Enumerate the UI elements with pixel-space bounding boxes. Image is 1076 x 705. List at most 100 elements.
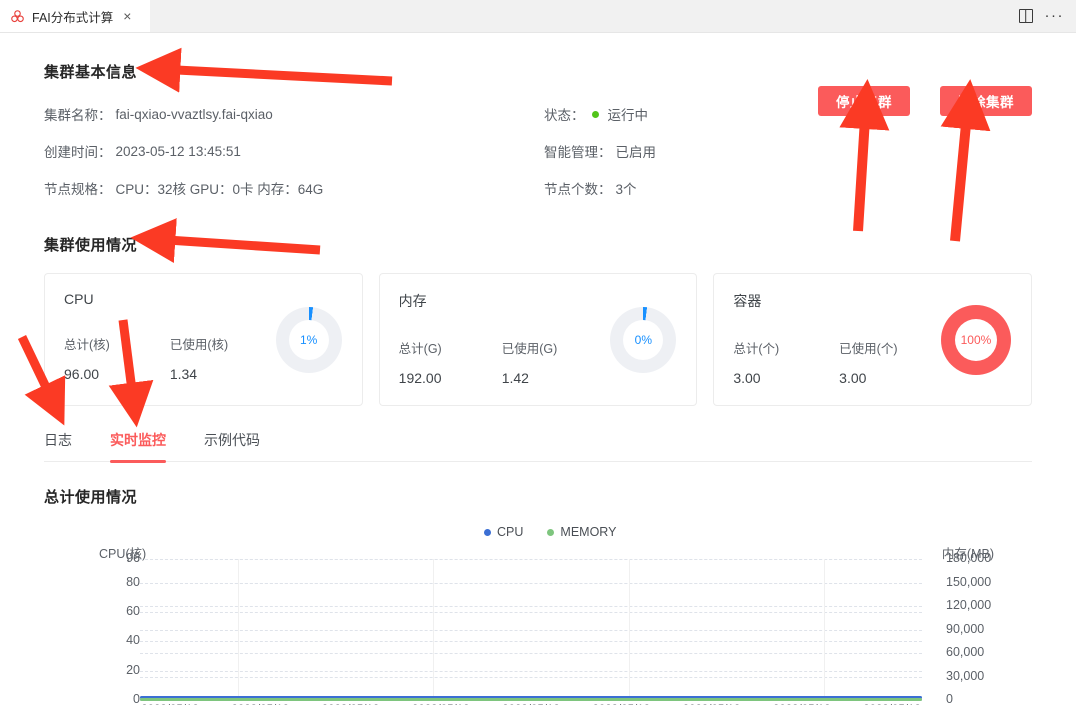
basic-info-title: 集群基本信息 <box>44 64 138 81</box>
tab-realtime-monitor[interactable]: 实时监控 <box>110 430 166 463</box>
tab-example-code[interactable]: 示例代码 <box>204 430 260 461</box>
series-line-memory <box>140 698 922 701</box>
donut-percent-label: 100% <box>954 318 997 361</box>
y-tick-right: 30,000 <box>946 668 985 683</box>
stat-total: 总计(个) 3.00 <box>733 338 779 386</box>
fai-logo-icon <box>11 9 24 22</box>
stat-value: 1.42 <box>501 370 529 386</box>
gridline <box>140 676 922 678</box>
y-tick-right: 60,000 <box>946 645 985 659</box>
gridline <box>140 606 922 607</box>
usage-card-container: 容器 总计(个) 3.00 已使用(个) 3.00 100% <box>713 273 1032 406</box>
y-tick-right: 180,000 <box>946 551 992 565</box>
donut-percent-label: 1% <box>288 319 329 360</box>
legend-label: CPU <box>497 525 524 539</box>
vertical-gridline <box>433 559 435 700</box>
info-row-created-time: 创建时间： 2023-05-12 13:45:51 <box>44 141 544 161</box>
usage-title: 集群使用情况 <box>44 237 138 254</box>
stat-value: 96.00 <box>64 366 100 382</box>
y-tick-right: 120,000 <box>946 598 992 612</box>
stat-value: 3.00 <box>733 370 761 386</box>
browser-tab[interactable]: FAI分布式计算 × <box>0 0 150 32</box>
info-row-cluster-name: 集群名称： fai-qxiao-vvaztlsy.fai-qxiao <box>44 104 544 124</box>
memory-usage-donut: 0% <box>610 306 677 373</box>
y-tick-left: 60 <box>126 603 140 618</box>
chart-plot-area <box>140 559 922 701</box>
content-tabs: 日志 实时监控 示例代码 <box>44 430 1032 463</box>
stat-used: 已使用(个) 3.00 <box>839 338 897 386</box>
info-value: CPU：32核 GPU：0卡 内存：64G <box>115 182 324 197</box>
stop-cluster-button[interactable]: 停止集群 <box>818 86 910 116</box>
info-value: 2023-05-12 13:45:51 <box>115 143 241 159</box>
info-label: 节点个数： <box>544 182 612 197</box>
split-panel-icon[interactable] <box>1018 9 1033 23</box>
ellipsis-icon[interactable]: ··· <box>1045 8 1065 23</box>
vertical-gridline <box>824 559 826 700</box>
gridline <box>140 629 922 631</box>
legend-item-memory[interactable]: MEMORY <box>547 525 616 539</box>
y-tick-left: 96 <box>126 551 140 565</box>
chart-title: 总计使用情况 <box>44 489 138 506</box>
info-value: 已启用 <box>615 145 657 160</box>
legend-label: MEMORY <box>560 525 617 539</box>
stat-label: 总计(个) <box>733 342 780 356</box>
stat-label: 已使用(核) <box>169 338 229 352</box>
gridline <box>140 670 922 672</box>
info-value: 3个 <box>615 182 637 197</box>
y-tick-right: 150,000 <box>946 574 992 589</box>
info-label: 节点规格： <box>44 182 112 197</box>
tab-bar-spacer <box>150 0 1019 32</box>
info-row-node-count: 节点个数： 3个 <box>544 178 1032 198</box>
gridline <box>140 582 922 584</box>
vertical-gridline <box>628 559 630 700</box>
usage-card-memory: 内存 总计(G) 192.00 已使用(G) 1.42 0% <box>378 273 698 406</box>
browser-tab-bar: FAI分布式计算 × ··· <box>0 0 1076 33</box>
stat-value: 3.00 <box>839 370 867 386</box>
cpu-usage-donut: 1% <box>275 306 342 373</box>
info-label: 状态： <box>544 108 585 123</box>
status-badge: 运行中 <box>607 108 649 123</box>
window-actions: ··· <box>1018 0 1076 32</box>
stat-label: 总计(核) <box>64 338 110 352</box>
close-icon[interactable]: × <box>123 9 131 23</box>
stat-total: 总计(核) 96.00 <box>64 334 110 382</box>
info-row-node-spec: 节点规格： CPU：32核 GPU：0卡 内存：64G <box>44 178 544 198</box>
usage-line-chart: CPU MEMORY CPU(核) 内存(MB) 96 80 60 40 20 0 180… <box>44 513 1032 705</box>
stat-value: 1.34 <box>169 366 198 382</box>
cluster-action-buttons: 停止集群 删除集群 <box>818 86 1032 116</box>
legend-dot-icon <box>547 528 555 536</box>
basic-info-grid: 集群名称： fai-qxiao-vvaztlsy.fai-qxiao 状态： 运… <box>44 104 1032 198</box>
y-tick-right: 0 <box>946 692 953 705</box>
info-label: 智能管理： <box>544 145 612 160</box>
stat-label: 已使用(个) <box>839 342 898 356</box>
y-tick-right: 90,000 <box>946 621 985 636</box>
page-content: 集群基本信息 停止集群 删除集群 集群名称： fai-qxiao-vvaztls… <box>0 61 1076 705</box>
gridline <box>140 641 922 643</box>
info-label: 创建时间： <box>44 145 112 160</box>
legend-item-cpu[interactable]: CPU <box>484 525 523 539</box>
usage-card-cpu: CPU 总计(核) 96.00 已使用(核) 1.34 1% <box>44 273 363 406</box>
stat-label: 已使用(G) <box>501 342 558 356</box>
stat-used: 已使用(G) 1.42 <box>502 338 558 386</box>
stat-used: 已使用(核) 1.34 <box>170 334 228 382</box>
status-dot-icon <box>591 110 599 118</box>
tab-logs[interactable]: 日志 <box>44 430 72 461</box>
stat-label: 总计(G) <box>398 342 442 356</box>
chart-legend: CPU MEMORY <box>484 525 616 539</box>
usage-cards: CPU 总计(核) 96.00 已使用(核) 1.34 1% 内存 总计(G) <box>44 273 1032 406</box>
y-tick-left: 40 <box>126 633 140 648</box>
delete-cluster-button[interactable]: 删除集群 <box>940 86 1032 116</box>
info-row-smart-management: 智能管理： 已启用 <box>544 141 1032 161</box>
y-tick-left: 80 <box>126 574 140 589</box>
donut-percent-label: 0% <box>623 319 664 360</box>
y-tick-left: 20 <box>126 662 140 677</box>
container-usage-donut: 100% <box>940 304 1011 375</box>
info-label: 集群名称： <box>44 108 112 123</box>
stat-value: 192.00 <box>398 370 442 386</box>
gridline <box>140 653 922 654</box>
gridline <box>140 559 922 560</box>
stat-total: 总计(G) 192.00 <box>399 338 442 386</box>
gridline <box>140 611 922 613</box>
browser-tab-title: FAI分布式计算 <box>32 10 114 25</box>
legend-dot-icon <box>484 528 491 536</box>
